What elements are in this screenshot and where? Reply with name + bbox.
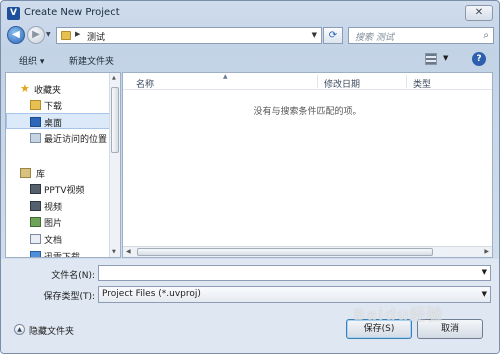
empty-results-message: 没有与搜索条件匹配的项。 <box>253 107 362 117</box>
scroll-thumb[interactable] <box>137 248 433 256</box>
documents-library-icon <box>30 234 41 244</box>
address-dropdown-icon[interactable]: ▼ <box>312 31 317 39</box>
video-library-icon <box>30 184 41 194</box>
search-placeholder: 搜索 测试 <box>355 33 394 43</box>
sidebar-item-label: 图片 <box>44 219 63 229</box>
filetype-value: Project Files (*.uvproj) <box>102 289 201 299</box>
title-bar: V Create New Project ✕ <box>1 1 499 25</box>
star-icon: ★ <box>20 82 30 95</box>
filetype-select[interactable]: Project Files (*.uvproj) ▼ <box>98 286 491 303</box>
help-icon[interactable]: ? <box>472 52 486 66</box>
filename-field[interactable]: ▼ <box>98 265 491 281</box>
scroll-right-icon[interactable]: ▶ <box>484 248 489 255</box>
sidebar-item-label: 文档 <box>44 236 63 246</box>
close-button[interactable]: ✕ <box>465 5 493 21</box>
filename-label: 文件名(N): <box>51 271 95 281</box>
organize-menu-button[interactable]: 组织 ▾ <box>19 54 44 67</box>
filename-dropdown-icon[interactable]: ▼ <box>482 268 487 276</box>
sidebar-item-videos[interactable]: 视频 <box>6 198 110 214</box>
sidebar-item-documents[interactable]: 文档 <box>6 231 110 247</box>
sidebar-item-thunder-downloads[interactable]: 迅雷下载 <box>6 248 110 258</box>
scroll-left-icon[interactable]: ◀ <box>126 248 131 255</box>
recent-pages-dropdown[interactable]: ▼ <box>46 31 51 38</box>
filetype-dropdown-icon[interactable]: ▼ <box>482 290 487 298</box>
window-title: Create New Project <box>24 7 120 18</box>
recent-places-icon <box>30 133 41 143</box>
scroll-up-icon[interactable]: ▲ <box>112 75 116 81</box>
address-field[interactable]: ▶ 测试 ▼ <box>56 27 322 44</box>
column-header-name[interactable]: 名称 <box>136 77 154 90</box>
new-folder-button[interactable]: 新建文件夹 <box>69 54 114 67</box>
filetype-label: 保存类型(T): <box>43 292 95 302</box>
sidebar-item-desktop[interactable]: 桌面 <box>6 113 110 129</box>
create-project-dialog: V Create New Project ✕ ◀ ▶ ▼ ▶ 测试 ▼ ⟳ 搜索… <box>0 0 500 354</box>
sidebar-item-label: 视频 <box>44 203 63 213</box>
save-button[interactable]: 保存(S) <box>346 319 412 339</box>
pictures-library-icon <box>30 217 41 227</box>
sidebar-item-label: 迅雷下载 <box>44 253 81 258</box>
folder-icon <box>61 31 71 40</box>
sidebar-item-label: 最近访问的位置 <box>44 135 108 145</box>
search-input[interactable]: 搜索 测试 ⌕ <box>348 27 494 44</box>
navigation-pane: ★ 收藏夹 下载 桌面 最近访问的位置 库 PPTV视频 视频 图片 文档 迅雷… <box>5 72 121 258</box>
library-icon <box>20 168 31 178</box>
sidebar-item-recent-places[interactable]: 最近访问的位置 <box>6 130 112 146</box>
scroll-down-icon[interactable]: ▼ <box>112 249 116 255</box>
sidebar-item-label: PPTV视频 <box>44 186 85 196</box>
navigation-scrollbar[interactable]: ▲ ▼ <box>109 73 120 257</box>
file-list-pane: ▲ 名称 修改日期 类型 没有与搜索条件匹配的项。 ◀ ▶ <box>122 72 493 258</box>
collapse-icon[interactable]: ▲ <box>14 324 25 335</box>
sidebar-item-favorites[interactable]: ★ 收藏夹 <box>6 81 110 97</box>
sidebar-item-label: 收藏夹 <box>34 86 62 96</box>
address-bar-row: ◀ ▶ ▼ ▶ 测试 ▼ ⟳ 搜索 测试 ⌕ <box>1 25 499 47</box>
sidebar-item-downloads[interactable]: 下载 <box>6 97 110 113</box>
horizontal-scrollbar[interactable]: ◀ ▶ <box>123 246 492 257</box>
cancel-button[interactable]: 取消 <box>417 319 483 339</box>
column-header-date-modified[interactable]: 修改日期 <box>324 77 360 90</box>
column-header-type[interactable]: 类型 <box>413 77 431 90</box>
download-folder-icon <box>30 251 41 257</box>
column-header-row: ▲ 名称 修改日期 类型 <box>123 73 492 90</box>
back-button[interactable]: ◀ <box>7 26 25 44</box>
view-options-icon[interactable] <box>425 53 437 65</box>
sidebar-item-label: 下载 <box>44 102 63 112</box>
forward-button[interactable]: ▶ <box>27 26 45 44</box>
breadcrumb-arrow-icon[interactable]: ▶ <box>75 30 80 38</box>
refresh-button[interactable]: ⟳ <box>323 27 343 44</box>
dialog-footer: 文件名(N): ▼ 保存类型(T): Project Files (*.uvpr… <box>1 259 499 353</box>
sidebar-item-label: 桌面 <box>44 119 63 129</box>
command-toolbar: 组织 ▾ 新建文件夹 ▼ ? <box>1 49 499 71</box>
sidebar-item-libraries[interactable]: 库 <box>6 165 110 181</box>
view-dropdown-icon[interactable]: ▼ <box>443 54 448 62</box>
search-icon[interactable]: ⌕ <box>483 30 489 41</box>
download-folder-icon <box>30 100 41 110</box>
column-divider[interactable] <box>317 75 318 88</box>
scroll-thumb[interactable] <box>111 87 119 153</box>
keil-app-icon: V <box>7 7 20 20</box>
sidebar-item-pictures[interactable]: 图片 <box>6 214 110 230</box>
breadcrumb-folder[interactable]: 测试 <box>87 30 105 43</box>
sort-ascending-icon: ▲ <box>223 73 228 80</box>
column-divider[interactable] <box>406 75 407 88</box>
video-library-icon <box>30 201 41 211</box>
sidebar-item-pptv-video[interactable]: PPTV视频 <box>6 181 110 197</box>
sidebar-item-label: 库 <box>36 170 46 180</box>
hide-folders-label[interactable]: 隐藏文件夹 <box>29 324 74 337</box>
desktop-icon <box>30 117 41 127</box>
